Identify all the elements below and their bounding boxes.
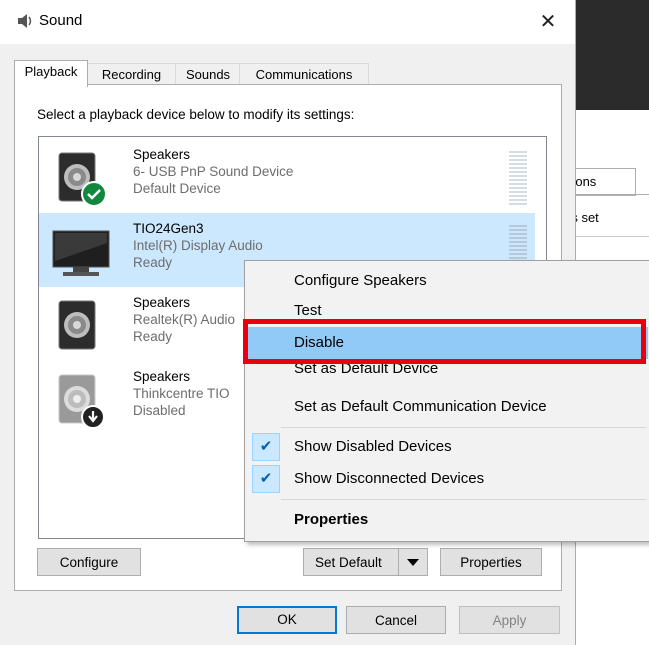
properties-button[interactable]: Properties bbox=[440, 548, 542, 576]
menu-separator bbox=[281, 427, 646, 428]
menu-item-configure-speakers[interactable]: Configure Speakers bbox=[248, 265, 648, 297]
volume-meter bbox=[509, 151, 527, 207]
sound-speaker-icon bbox=[18, 14, 32, 28]
tab-recording[interactable]: Recording bbox=[86, 63, 177, 86]
tab-communications[interactable]: Communications bbox=[239, 63, 369, 86]
background-window-dark bbox=[575, 0, 649, 110]
device-status: Disabled bbox=[133, 403, 186, 418]
configure-button[interactable]: Configure bbox=[37, 548, 141, 576]
device-description: Thinkcentre TIO bbox=[133, 386, 230, 401]
close-button[interactable]: ✕ bbox=[530, 6, 566, 38]
speaker-icon bbox=[58, 300, 96, 350]
menu-item-properties[interactable]: Properties bbox=[248, 504, 648, 536]
set-default-label: Set Default bbox=[315, 555, 382, 570]
device-description: 6- USB PnP Sound Device bbox=[133, 164, 294, 179]
title-bar: Sound ✕ bbox=[0, 0, 575, 44]
menu-separator bbox=[281, 499, 646, 500]
device-name: Speakers bbox=[133, 295, 191, 310]
chevron-down-icon bbox=[407, 559, 419, 566]
instruction-text: Select a playback device below to modify… bbox=[37, 107, 355, 122]
green-check-badge-icon bbox=[81, 181, 107, 207]
annotation-highlight-box bbox=[243, 319, 646, 364]
close-icon: ✕ bbox=[539, 11, 557, 33]
menu-item-show-disabled-devices[interactable]: ✔ Show Disabled Devices bbox=[248, 431, 648, 463]
set-default-button[interactable]: Set Default bbox=[303, 548, 428, 576]
device-name: Speakers bbox=[133, 369, 191, 384]
menu-item-test[interactable]: Test bbox=[248, 295, 648, 317]
cancel-button[interactable]: Cancel bbox=[346, 606, 446, 634]
tab-sounds[interactable]: Sounds bbox=[175, 63, 241, 86]
device-name: Speakers bbox=[133, 147, 191, 162]
device-status: Ready bbox=[133, 255, 173, 270]
device-name: TIO24Gen3 bbox=[133, 221, 204, 236]
device-description: Intel(R) Display Audio bbox=[133, 238, 263, 253]
tab-playback[interactable]: Playback bbox=[14, 60, 88, 87]
down-arrow-badge-icon bbox=[81, 405, 105, 429]
checkmark-icon: ✔ bbox=[252, 433, 280, 461]
context-menu: Configure Speakers Test Disable Set as D… bbox=[244, 260, 649, 542]
checkmark-icon: ✔ bbox=[252, 465, 280, 493]
apply-button[interactable]: Apply bbox=[459, 606, 560, 634]
menu-item-set-default-communication-device[interactable]: Set as Default Communication Device bbox=[248, 391, 648, 423]
device-item-speakers-usb[interactable]: Speakers 6- USB PnP Sound Device Default… bbox=[39, 139, 535, 213]
device-status: Default Device bbox=[133, 181, 221, 196]
device-description: Realtek(R) Audio bbox=[133, 312, 236, 327]
monitor-icon bbox=[52, 230, 110, 276]
ok-button[interactable]: OK bbox=[237, 606, 337, 634]
window-title: Sound bbox=[39, 12, 83, 29]
menu-item-show-disconnected-devices[interactable]: ✔ Show Disconnected Devices bbox=[248, 463, 648, 495]
device-status: Ready bbox=[133, 329, 173, 344]
set-default-dropdown[interactable] bbox=[398, 549, 427, 575]
